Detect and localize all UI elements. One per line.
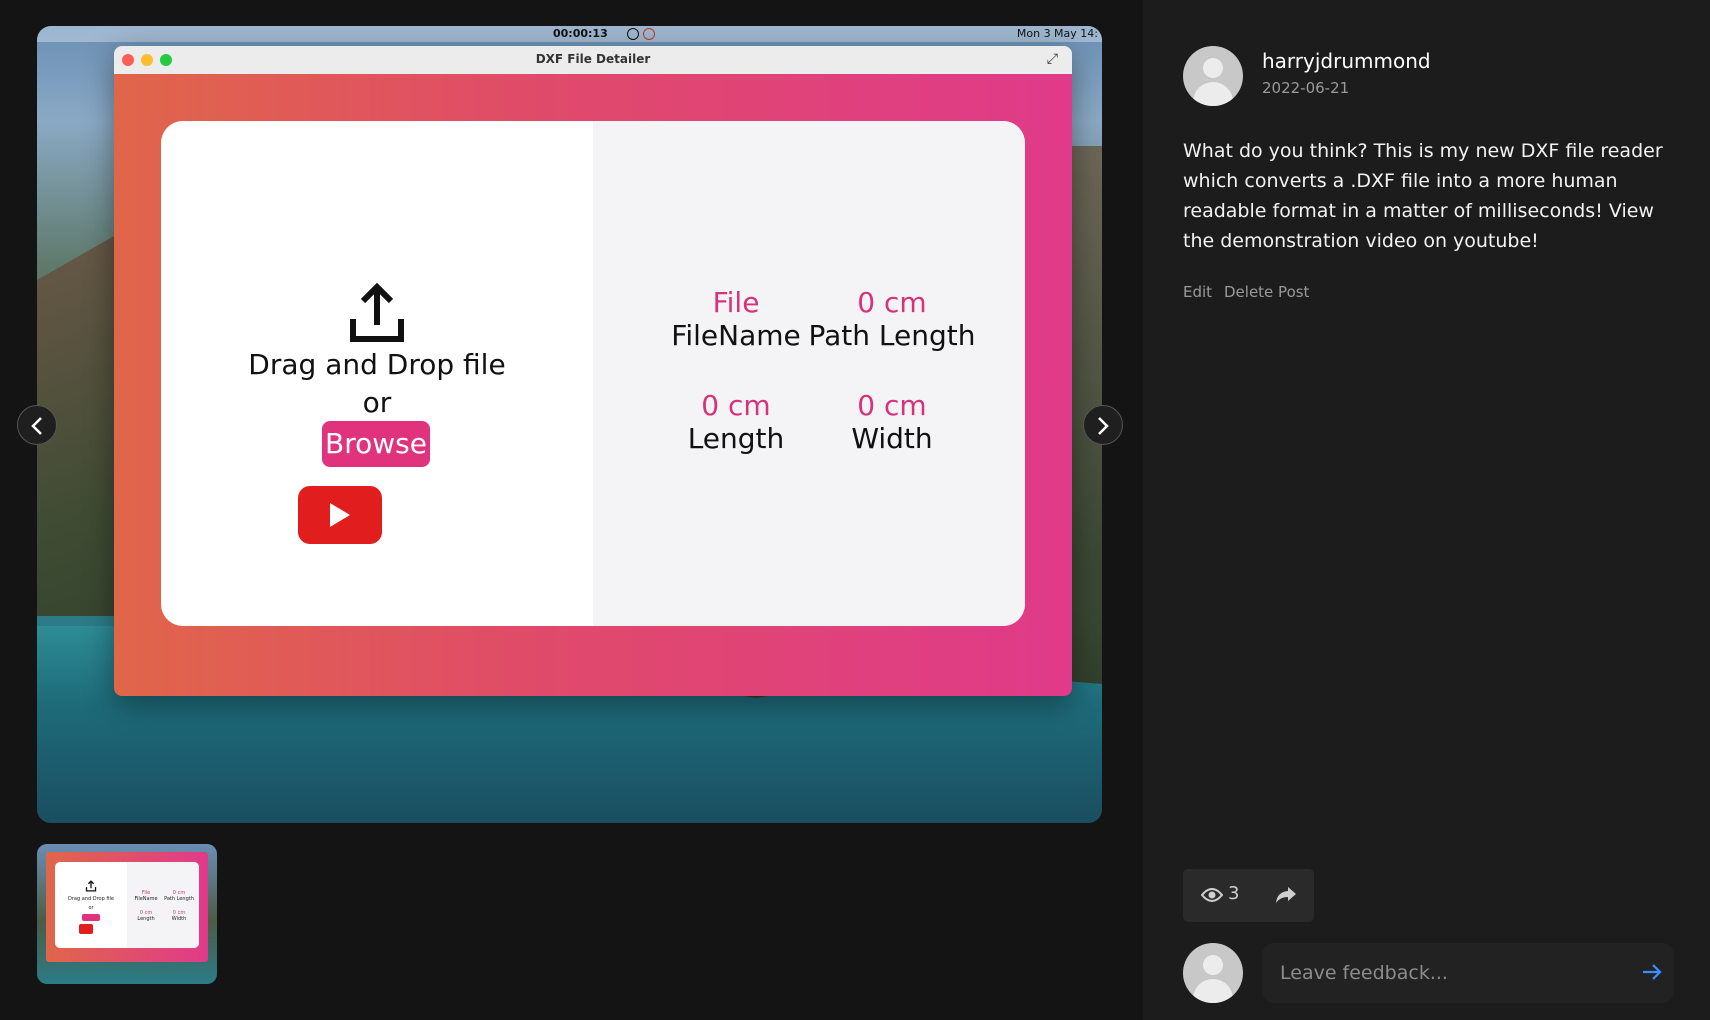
browse-button[interactable]: Browse [322,421,430,467]
feedback-box [1262,943,1674,1003]
stat-label: Path Length [808,319,976,352]
youtube-play-icon [330,503,350,527]
stat-path-length: 0 cm Path Length [807,286,977,352]
user-avatar-icon [1203,58,1223,78]
mac-menubar: 00:00:13 Mon 3 May 14: [37,26,1102,42]
media-thumbnail[interactable]: Drag and Drop file or File FileName 0 cm… [37,844,217,984]
author-name[interactable]: harryjdrummond [1262,49,1431,73]
thumbnail-browse-button [82,914,100,921]
feedback-input[interactable] [1280,943,1620,1003]
post-date: 2022-06-21 [1262,79,1350,97]
thumbnail-drag-text: Drag and Drop file [68,896,114,902]
stat-value: File [712,286,760,319]
author-avatar[interactable] [1183,46,1243,106]
stat-label: FileName [671,319,801,352]
eye-icon [1201,888,1223,902]
stat-value: 0 cm [857,389,927,422]
view-count: 3 [1228,883,1240,904]
menubar-clock: Mon 3 May 14: [1016,27,1098,40]
send-arrow-icon[interactable] [1642,963,1662,981]
edit-link[interactable]: Edit [1183,283,1212,301]
share-icon[interactable] [1275,886,1297,904]
thumbnail-app-window: Drag and Drop file or File FileName 0 cm… [46,852,208,962]
thumbnail-stats-panel [127,862,199,948]
stat-length: 0 cm Length [651,389,821,455]
pause-icon [627,28,639,40]
post-body: What do you think? This is my new DXF fi… [1183,140,1663,252]
upload-icon [350,282,404,342]
previous-image-button[interactable] [17,405,57,445]
or-text: or [362,386,392,419]
chevron-left-icon [31,417,42,435]
record-icon [643,28,655,40]
youtube-button[interactable] [298,486,382,544]
stats-panel [593,121,1025,626]
window-title: DXF File Detailer [535,52,651,66]
post-side-panel: harryjdrummond 2022-06-21 What do you th… [1143,0,1710,1020]
next-image-button[interactable] [1083,405,1123,445]
commenter-avatar [1183,943,1243,1003]
thumbnail-youtube-icon [79,924,93,934]
thumbnail-or-text: or [88,905,94,911]
avatar-body [1193,82,1233,106]
app-window: DXF File Detailer ⤢ Drag and Drop file o… [114,46,1072,696]
thumbnail-stat-label: Path Length [164,896,194,902]
stat-label: Width [851,422,933,455]
drag-drop-text: Drag and Drop file [248,348,506,381]
app-card: Drag and Drop file or Browse File FileNa… [161,121,1025,626]
stat-value: 0 cm [857,286,927,319]
thumbnail-stat-label: FileName [134,896,158,902]
chevron-right-icon [1098,417,1109,435]
stat-label: Length [687,422,785,455]
delete-post-link[interactable]: Delete Post [1224,283,1309,301]
recording-time: 00:00:13 [553,27,608,40]
media-gallery: 00:00:13 Mon 3 May 14: DXF File Detailer… [0,0,1143,1020]
avatar-body [1193,979,1233,1003]
stat-value: 0 cm [701,389,771,422]
user-avatar-icon [1203,955,1223,975]
stat-filename: File FileName [651,286,821,352]
thumbnail-stat-label: Length [137,916,155,922]
main-media-image[interactable]: 00:00:13 Mon 3 May 14: DXF File Detailer… [37,26,1102,823]
app-body: Drag and Drop file or Browse File FileNa… [114,74,1072,696]
window-titlebar: DXF File Detailer ⤢ [114,46,1072,74]
expand-icon: ⤢ [1046,51,1058,67]
thumbnail-upload-icon [85,880,97,892]
stat-width: 0 cm Width [807,389,977,455]
thumbnail-stat-label: Width [171,916,187,922]
post-actions: 3 [1183,869,1314,922]
thumbnail-card: Drag and Drop file or File FileName 0 cm… [55,862,199,948]
